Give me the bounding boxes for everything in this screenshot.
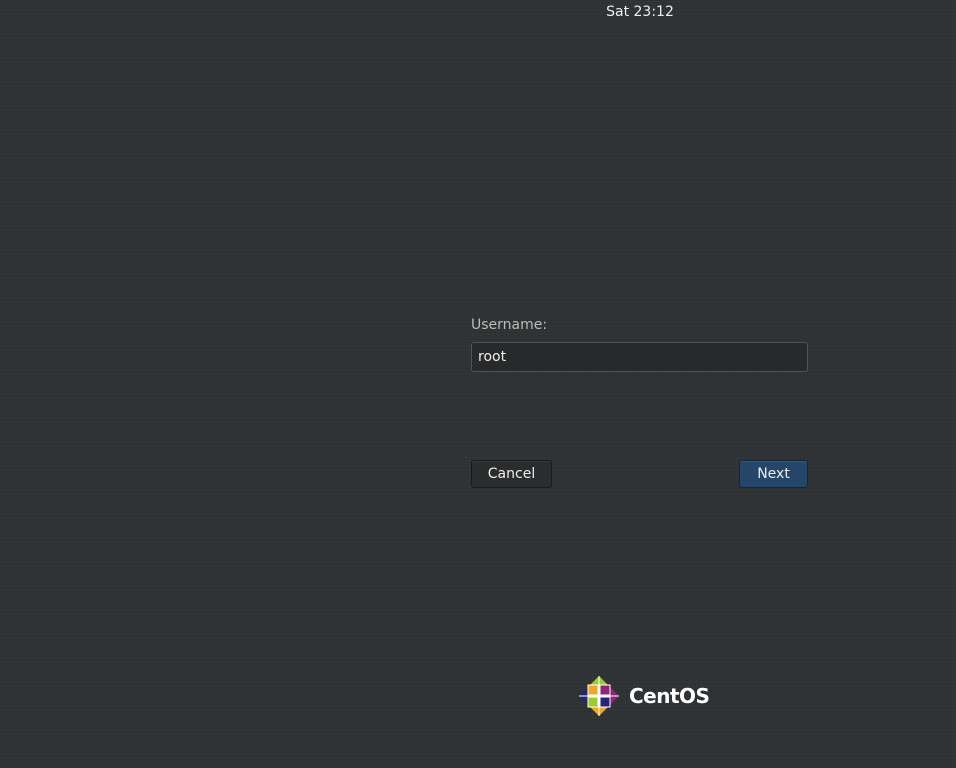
cancel-button[interactable]: Cancel <box>471 460 552 488</box>
username-input[interactable] <box>471 342 808 372</box>
next-button[interactable]: Next <box>739 460 808 488</box>
login-form: Username: <box>471 316 808 372</box>
centos-logo-text: CentOS <box>629 684 710 708</box>
centos-logo: CentOS <box>577 674 710 718</box>
clock[interactable]: Sat 23:12 <box>560 4 720 20</box>
username-label: Username: <box>471 317 548 333</box>
button-row: Cancel Next <box>471 460 808 488</box>
centos-logo-icon <box>577 674 621 718</box>
